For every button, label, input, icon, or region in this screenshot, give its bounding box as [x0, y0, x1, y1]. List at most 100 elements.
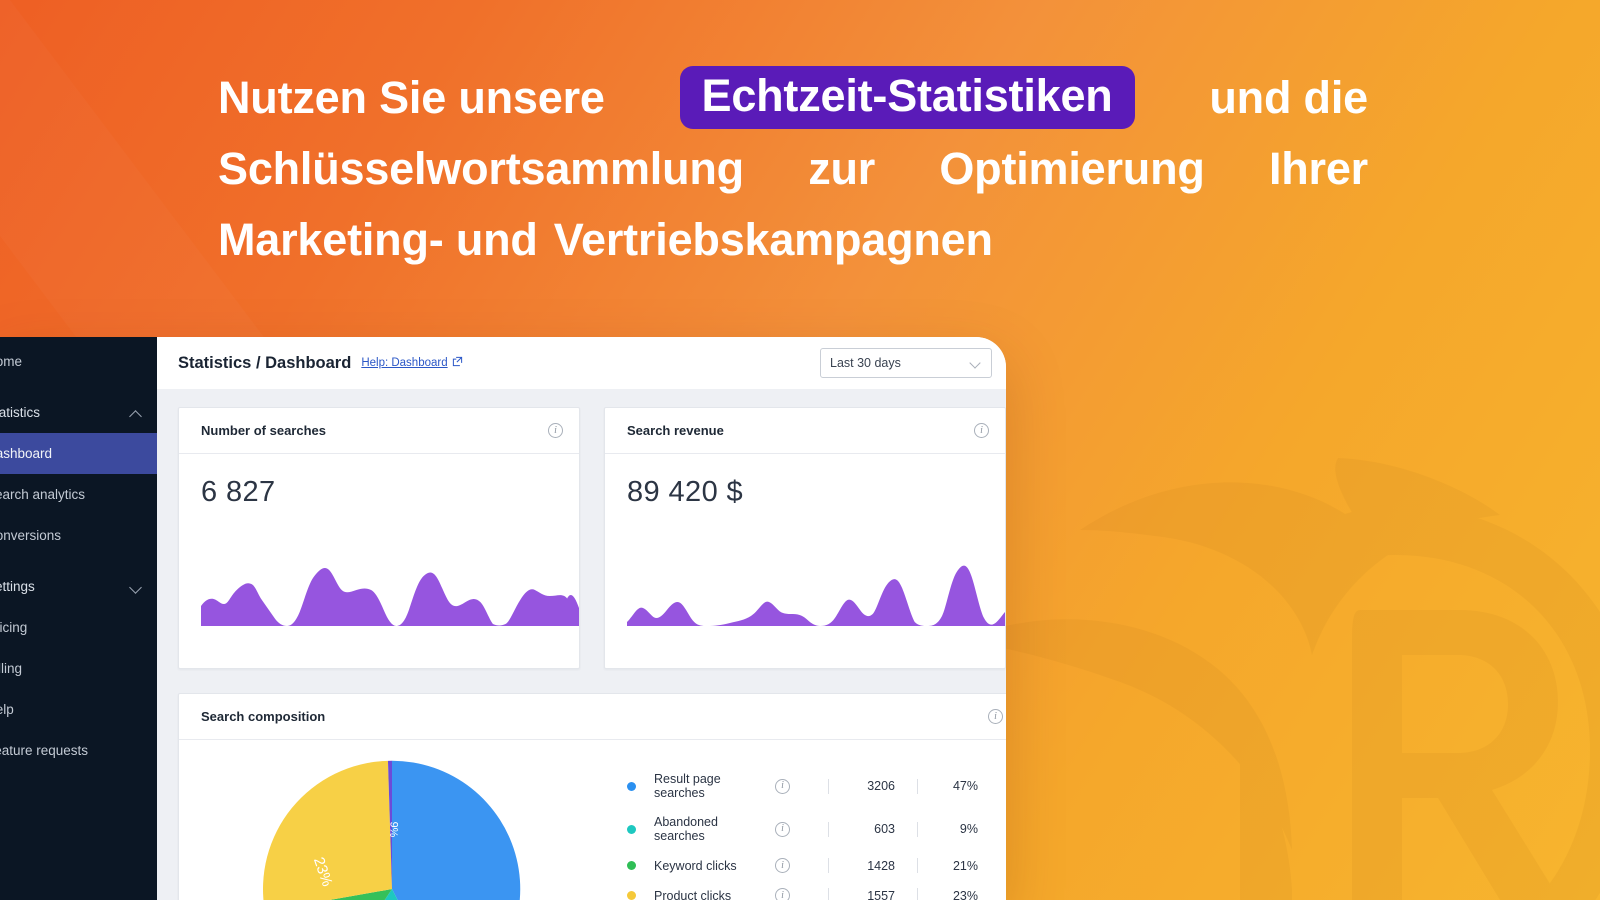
- sidebar-item-billing[interactable]: Billing: [0, 648, 157, 689]
- card-body: 6 827: [179, 454, 579, 668]
- sidebar-item-label: Billing: [0, 661, 23, 676]
- sidebar-item-home[interactable]: Home: [0, 341, 157, 382]
- legend-value: 1557: [867, 888, 895, 900]
- sidebar-item-pricing[interactable]: Pricing: [0, 607, 157, 648]
- card-search-revenue: Search revenue i 89 420 $: [604, 407, 1006, 669]
- card-title: Number of searches: [201, 423, 326, 438]
- legend-divider: [917, 821, 918, 837]
- sidebar-item-search-analytics[interactable]: Search analytics: [0, 474, 157, 515]
- date-range-select[interactable]: Last 30 days: [820, 348, 992, 378]
- legend-divider: [917, 858, 918, 873]
- external-link-icon: [452, 356, 463, 370]
- sidebar-nav: Home Statistics Dashboard Search analyti…: [0, 337, 157, 900]
- sidebar-divider: [0, 382, 157, 392]
- sparkline-search-revenue: [627, 556, 1005, 626]
- brand-watermark-logo: [940, 310, 1600, 900]
- sidebar-item-label: Help: [0, 702, 14, 717]
- chevron-down-icon: [971, 358, 982, 369]
- info-icon[interactable]: i: [775, 821, 790, 837]
- date-range-value: Last 30 days: [830, 356, 901, 370]
- card-header: Search revenue i: [605, 408, 1005, 454]
- chevron-down-icon: [130, 580, 143, 593]
- hero-line2-w4: Ihrer: [1268, 143, 1368, 195]
- hero-text-post: und die: [1209, 72, 1368, 123]
- sparkline-area-path: [627, 565, 1005, 626]
- card-search-composition: Search composition i 23% 9% Result page …: [178, 693, 1006, 900]
- sidebar-item-dashboard[interactable]: Dashboard: [0, 433, 157, 474]
- legend-color-dot: [627, 861, 636, 870]
- pie-slice-result-page-searches: [392, 760, 521, 900]
- hero-line2-w3: Optimierung: [939, 143, 1205, 195]
- legend-divider: [828, 858, 829, 873]
- card-title: Search revenue: [627, 423, 724, 438]
- hero-line2-w1: Schlüsselwortsammlung: [218, 143, 744, 195]
- hero-heading: Nutzen Sie unsere Echtzeit-Statistiken u…: [218, 62, 1368, 275]
- legend-divider: [828, 778, 829, 794]
- sidebar-item-label: Search analytics: [0, 487, 86, 502]
- hero-line3-b: Vertriebskampagnen: [553, 214, 993, 266]
- hero-text-pre: Nutzen Sie unsere: [218, 72, 605, 123]
- legend-label: Result page searches: [654, 772, 721, 800]
- sidebar-divider: [0, 556, 157, 566]
- sidebar-item-help[interactable]: Help: [0, 689, 157, 730]
- legend-percent: 23%: [952, 888, 978, 900]
- card-body: 89 420 $: [605, 454, 1005, 668]
- legend-divider: [917, 888, 918, 900]
- info-icon[interactable]: i: [974, 423, 989, 438]
- legend-percent: 21%: [952, 858, 978, 873]
- legend-value: 1428: [867, 858, 895, 873]
- promo-banner: Nutzen Sie unsere Echtzeit-Statistiken u…: [0, 0, 1600, 900]
- sparkline-number-of-searches: [201, 556, 579, 626]
- breadcrumb: Statistics / Dashboard: [178, 353, 352, 372]
- card-body: 47% 23% 9% Result page searches i: [179, 740, 1006, 900]
- dashboard-content: Statistics / Dashboard Help: Dashboard L…: [157, 337, 1006, 900]
- legend-label: Keyword clicks: [654, 858, 737, 873]
- legend-divider: [828, 821, 829, 837]
- legend-divider: [917, 778, 918, 794]
- sidebar-item-feature-requests[interactable]: Feature requests: [0, 730, 157, 771]
- info-icon[interactable]: i: [775, 858, 790, 873]
- help-dashboard-link[interactable]: Help: Dashboard: [361, 356, 462, 370]
- sidebar-item-label: Pricing: [0, 620, 28, 635]
- chevron-up-icon: [130, 406, 143, 419]
- dashboard-topbar: Statistics / Dashboard Help: Dashboard L…: [157, 337, 1006, 389]
- sidebar-item-label: Settings: [0, 579, 35, 594]
- dashboard-window: Home Statistics Dashboard Search analyti…: [0, 337, 1006, 900]
- info-icon[interactable]: i: [988, 709, 1003, 724]
- info-icon[interactable]: i: [775, 888, 790, 900]
- legend-color-dot: [627, 824, 636, 834]
- help-link-label: Help: Dashboard: [361, 357, 448, 369]
- legend-divider: [828, 888, 829, 900]
- dashboard-board: Number of searches i 6 827 Search revenu…: [157, 389, 1006, 900]
- hero-line2-w2: zur: [808, 143, 876, 195]
- sparkline-area-path: [201, 568, 579, 626]
- sidebar-item-conversions[interactable]: Conversions: [0, 515, 157, 556]
- legend-value: 603: [874, 822, 895, 836]
- hero-highlight-badge: Echtzeit-Statistiken: [679, 66, 1135, 130]
- sidebar-item-label: Feature requests: [0, 743, 89, 758]
- card-number-of-searches: Number of searches i 6 827: [178, 407, 580, 669]
- hero-line-3: Marketing- und Vertriebskampagnen: [218, 204, 1368, 275]
- kpi-value: 89 420 $: [627, 476, 744, 508]
- legend-row[interactable]: Abandoned searches i 603 9%: [627, 815, 1006, 843]
- sidebar-item-label: Statistics: [0, 405, 41, 420]
- legend-row[interactable]: Product clicks i 1557 23%: [627, 888, 1006, 900]
- info-icon[interactable]: i: [548, 423, 563, 438]
- legend-value: 3206: [867, 779, 895, 793]
- legend-row[interactable]: Keyword clicks i 1428 21%: [627, 858, 1006, 873]
- pie-label-9: 9%: [387, 821, 400, 837]
- pie-legend: Result page searches i 3206 47% Abandone…: [609, 740, 1006, 900]
- sidebar-item-label: Dashboard: [0, 446, 53, 461]
- sidebar-group-statistics[interactable]: Statistics: [0, 392, 157, 433]
- pie-chart: 47% 23% 9%: [179, 740, 609, 900]
- hero-line-1: Nutzen Sie unsere Echtzeit-Statistiken u…: [218, 62, 1368, 133]
- legend-row[interactable]: Result page searches i 3206 47%: [627, 772, 1006, 800]
- info-icon[interactable]: i: [775, 778, 790, 794]
- legend-label: Abandoned searches: [654, 815, 718, 843]
- legend-percent: 9%: [959, 822, 978, 836]
- sidebar-item-label: Conversions: [0, 528, 62, 543]
- card-title: Search composition: [201, 709, 326, 724]
- card-header: Search composition i: [179, 694, 1006, 740]
- hero-line3-a: Marketing- und: [218, 214, 538, 266]
- sidebar-group-settings[interactable]: Settings: [0, 566, 157, 607]
